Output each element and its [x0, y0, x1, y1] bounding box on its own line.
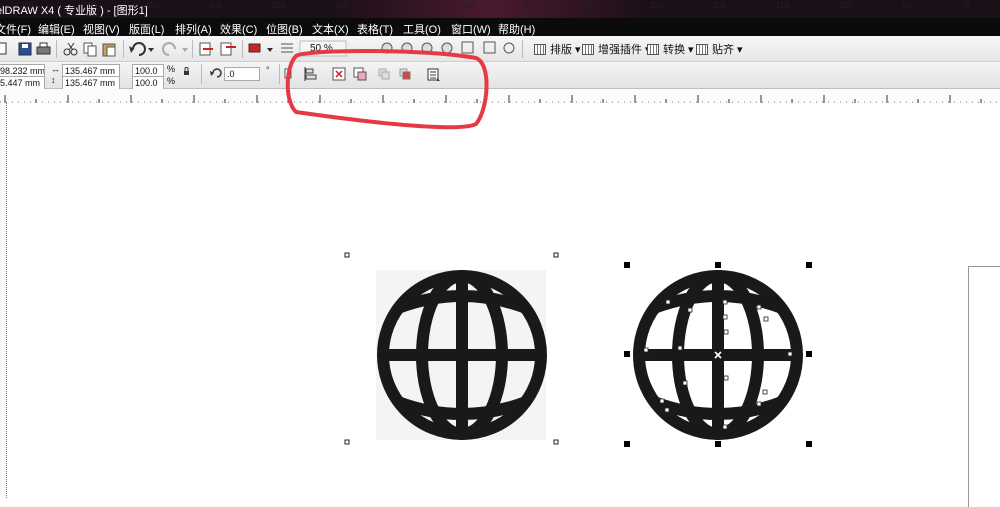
menu-tools[interactable]: 工具(O) — [403, 21, 441, 37]
mirror-icon[interactable] — [284, 68, 292, 79]
height-arrow-icon: ↕ — [51, 75, 56, 85]
menu-bar: 文件(F) 编辑(E) 视图(V) 版面(L) 排列(A) 效果(C) 位图(B… — [0, 18, 1000, 36]
title-bar-glow — [330, 0, 650, 18]
scale-y-field[interactable]: 100.0 — [132, 76, 164, 90]
vector-globe[interactable] — [620, 258, 815, 453]
align-distribute-icon[interactable] — [304, 67, 317, 81]
menu-view[interactable]: 视图(V) — [83, 21, 120, 37]
weld-icon[interactable] — [332, 67, 346, 81]
rotate-icon — [210, 68, 222, 78]
paste-icon[interactable] — [102, 43, 116, 57]
ruler-label-100: 100 — [839, 1, 853, 10]
zoom-level[interactable]: 50 % — [310, 43, 333, 54]
save-icon[interactable] — [18, 42, 32, 56]
globe-icon — [377, 270, 547, 440]
y-position-field[interactable]: 5.447 mm — [0, 76, 45, 90]
ruler-label-0: 0 — [965, 1, 970, 10]
rotation-field[interactable]: .0 — [224, 67, 260, 81]
menu-table[interactable]: 表格(T) — [357, 21, 393, 37]
cut-icon[interactable] — [63, 42, 78, 56]
menu-text[interactable]: 文本(X) — [312, 21, 349, 37]
copy-icon[interactable] — [83, 42, 97, 57]
ruler-label-750: 750 — [20, 1, 34, 10]
arrange-icons — [304, 67, 440, 81]
enhance-plugin-button[interactable]: 增强插件 ▾ — [582, 41, 651, 57]
convert-icon — [647, 44, 659, 55]
import-icon[interactable] — [199, 42, 213, 56]
intersect-icon — [378, 68, 390, 80]
menu-arrange[interactable]: 排列(A) — [175, 21, 212, 37]
ruler-label-550: 550 — [272, 1, 286, 10]
ruler-label-300: 300 — [587, 1, 601, 10]
ruler-label-400: 400 — [461, 1, 475, 10]
convert-button[interactable]: 转换 ▾ — [647, 41, 694, 57]
menu-help[interactable]: 帮助(H) — [498, 21, 535, 37]
page-border — [968, 266, 1000, 507]
ruler-label-150: 150 — [776, 1, 790, 10]
trim-icon[interactable] — [353, 67, 367, 81]
width-arrow-icon: ↔ — [51, 64, 60, 74]
standard-toolbar-icons — [0, 40, 523, 58]
menu-file[interactable]: 文件(F) — [0, 21, 31, 37]
print-icon[interactable] — [36, 42, 51, 55]
undo-icon[interactable] — [129, 42, 154, 56]
new-document-icon[interactable] — [0, 42, 7, 55]
menu-effects[interactable]: 效果(C) — [220, 21, 257, 37]
ruler-label-350: 350 — [524, 1, 538, 10]
ruler-label-50: 50 — [902, 1, 911, 10]
zoom-buttons-icon[interactable] — [381, 41, 515, 54]
ruler-label-650: 650 — [146, 1, 160, 10]
snap-button[interactable]: 贴齐 ▾ — [696, 41, 743, 57]
ruler-label-600: 600 — [209, 1, 223, 10]
ruler-label-450: 450 — [398, 1, 412, 10]
lock-ratio-icon[interactable] — [184, 67, 189, 76]
typesetting-label: 排版 — [550, 44, 572, 56]
create-boundary-icon[interactable] — [427, 68, 440, 81]
application-launcher-icon[interactable] — [248, 43, 273, 53]
menu-layout[interactable]: 版面(L) — [129, 21, 164, 37]
ruler-label-500: 500 — [335, 1, 349, 10]
ruler-label-250: 250 — [650, 1, 664, 10]
welcome-screen-icon[interactable] — [281, 43, 293, 53]
convert-label: 转换 — [663, 44, 685, 56]
menu-bitmaps[interactable]: 位图(B) — [266, 21, 303, 37]
menu-edit[interactable]: 编辑(E) — [38, 21, 75, 37]
height-field[interactable]: 135.467 mm — [62, 76, 120, 90]
snap-label: 贴齐 — [712, 44, 734, 56]
export-icon[interactable] — [220, 42, 236, 56]
menu-window[interactable]: 窗口(W) — [451, 21, 491, 37]
snap-icon — [696, 44, 708, 55]
typesetting-button[interactable]: 排版 ▾ — [534, 41, 581, 57]
ruler-label-200: 200 — [713, 1, 727, 10]
enhance-plugin-label: 增强插件 — [598, 44, 642, 56]
typesetting-icon — [534, 44, 546, 55]
ruler-ticks — [0, 95, 1000, 103]
percent-label-x: % — [167, 64, 176, 74]
plugin-icon — [582, 44, 594, 55]
degree-label: ° — [266, 65, 270, 75]
percent-label-y: % — [167, 76, 176, 86]
simplify-icon[interactable] — [399, 68, 411, 80]
vertical-ruler[interactable] — [0, 103, 7, 498]
redo-icon — [162, 42, 188, 56]
ruler-label-700: 700 — [83, 1, 97, 10]
bitmap-globe[interactable] — [340, 248, 565, 448]
